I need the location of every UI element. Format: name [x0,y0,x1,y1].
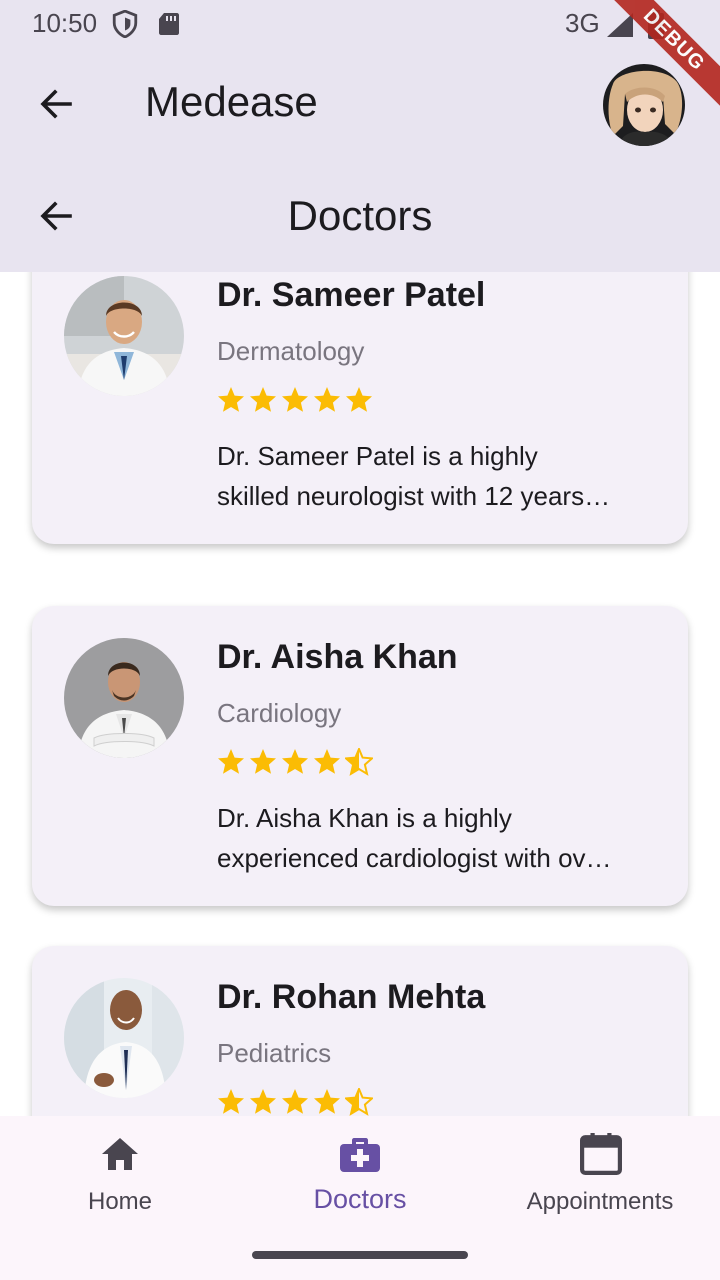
doctor-photo [64,978,184,1098]
star-icon [282,1089,308,1114]
star-icon [218,387,244,412]
rating-stars [217,386,373,416]
star-icon [218,1089,244,1114]
star-icon [250,387,276,412]
nav-label-appointments: Appointments [526,1188,674,1215]
doctor-photo [64,638,184,758]
doctor-specialty: Cardiology [217,698,342,728]
calendar-icon [580,1133,622,1175]
star-icon [282,749,308,774]
description-line: Dr. Sameer Patel is a highly [217,441,538,471]
star-half-icon [345,748,373,776]
description-line: experienced cardiologist with ov… [217,843,612,873]
nav-label-home: Home [87,1188,153,1215]
doctor-specialty: Dermatology [217,336,365,366]
description-line: skilled neurologist with 12 years… [217,481,611,511]
nav-item-home[interactable]: Home [0,1116,240,1236]
medical-bag-icon [340,1138,380,1172]
nav-item-appointments[interactable]: Appointments [480,1116,720,1236]
rating-stars [217,1088,373,1116]
star-icon [282,387,308,412]
rating-stars [217,748,373,778]
star-half-icon [345,1088,373,1116]
app-title: Medease [145,78,318,125]
description-line: Dr. Aisha Khan is a highly [217,803,512,833]
home-icon [102,1138,138,1170]
star-icon [314,1089,340,1114]
nav-label-doctors: Doctors [313,1184,407,1214]
doctor-name: Dr. Rohan Mehta [217,978,486,1016]
doctor-name: Dr. Sameer Patel [217,276,486,314]
arrow-back-icon[interactable] [36,84,76,124]
star-icon [314,749,340,774]
shield-icon [112,10,138,38]
page-title: Doctors [287,192,433,239]
status-time: 10:50 [32,8,98,38]
doctor-description: Dr. Aisha Khan is a highly experienced c… [217,798,657,878]
doctor-list[interactable]: Dr. Sameer Patel Dermatology Dr. Sameer … [0,272,720,1116]
page-header: Doctors [0,160,720,272]
star-icon [314,387,340,412]
doctor-card[interactable]: Dr. Aisha Khan Cardiology Dr. Aisha Khan… [32,606,688,906]
star-icon [218,749,244,774]
doctor-card[interactable]: Dr. Rohan Mehta Pediatrics [32,946,688,1116]
star-icon [250,1089,276,1114]
doctor-specialty: Pediatrics [217,1038,332,1068]
star-icon [346,387,372,412]
doctor-card[interactable]: Dr. Sameer Patel Dermatology Dr. Sameer … [32,272,688,544]
sd-card-icon [159,13,179,35]
home-indicator[interactable] [252,1251,468,1259]
doctor-photo [64,276,184,396]
status-bar: 10:50 3G [0,0,720,48]
doctor-name: Dr. Aisha Khan [217,638,458,676]
doctor-description: Dr. Sameer Patel is a highly skilled neu… [217,436,657,516]
avatar[interactable] [603,64,685,146]
network-type: 3G [565,8,600,38]
nav-item-doctors[interactable]: Doctors [240,1116,480,1236]
app-bar: Medease [0,48,720,160]
star-icon [250,749,276,774]
